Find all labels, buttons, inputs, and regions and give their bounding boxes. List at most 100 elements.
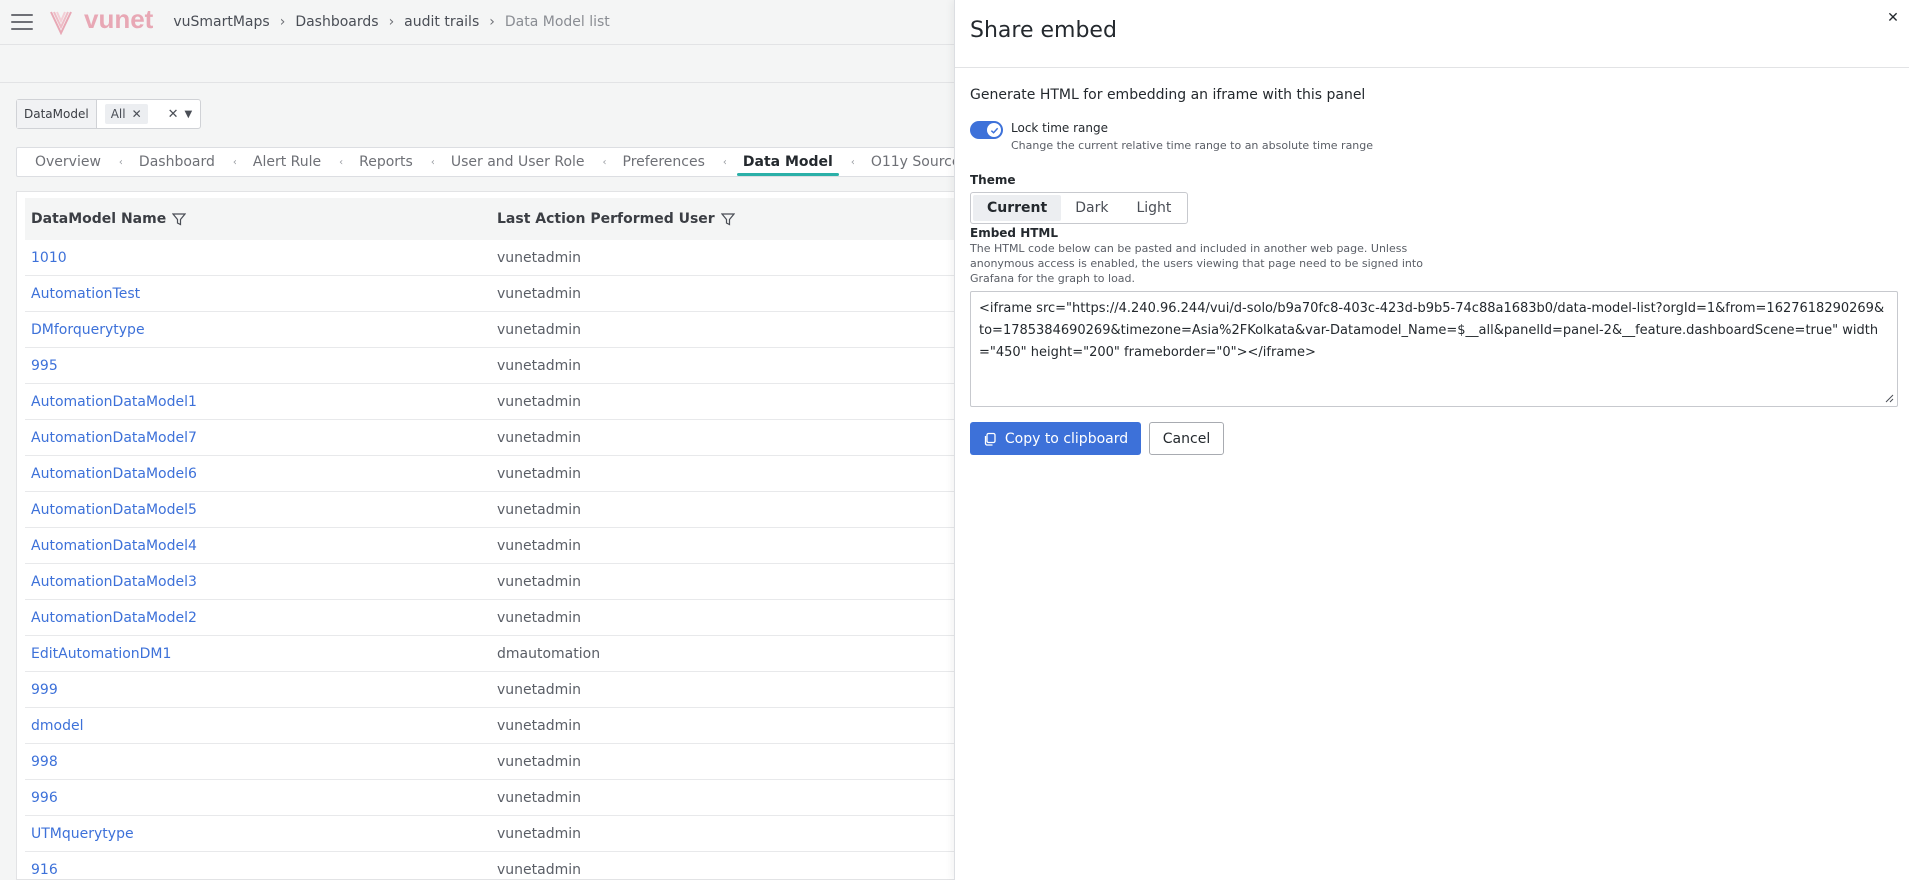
breadcrumb-separator-icon: › bbox=[388, 14, 395, 30]
table-row: 1010 vunetadmin bbox=[25, 240, 1007, 276]
datamodel-name-link[interactable]: dmodel bbox=[25, 718, 491, 734]
breadcrumb-item-vusmartmaps[interactable]: vuSmartMaps bbox=[173, 14, 269, 30]
last-action-user-cell: vunetadmin bbox=[497, 789, 581, 806]
filter-icon[interactable] bbox=[172, 212, 187, 226]
filter-value[interactable]: All ✕ ✕ ▼ bbox=[97, 100, 201, 128]
last-action-user-cell: vunetadmin bbox=[497, 753, 581, 770]
datamodel-filter[interactable]: DataModel All ✕ ✕ ▼ bbox=[16, 99, 202, 129]
theme-label: Theme bbox=[970, 173, 1016, 187]
theme-option-light[interactable]: Light bbox=[1122, 195, 1185, 221]
column-header-datamodel-name[interactable]: DataModel Name bbox=[25, 211, 491, 227]
breadcrumb-item-dashboards[interactable]: Dashboards bbox=[295, 14, 378, 30]
close-icon[interactable]: ✕ bbox=[1885, 10, 1901, 26]
datamodel-name-link[interactable]: 996 bbox=[25, 790, 491, 806]
breadcrumb-separator-icon: › bbox=[489, 14, 495, 30]
last-action-user-cell: vunetadmin bbox=[497, 501, 581, 518]
lock-time-range-switch[interactable] bbox=[970, 121, 1003, 139]
table-row: AutomationDataModel2 vunetadmin bbox=[25, 600, 1007, 636]
close-icon[interactable]: ✕ bbox=[132, 107, 142, 121]
cancel-button[interactable]: Cancel bbox=[1149, 422, 1224, 455]
datamodel-name-link[interactable]: AutomationDataModel3 bbox=[25, 574, 491, 590]
datamodel-name-link[interactable]: EditAutomationDM1 bbox=[25, 646, 491, 662]
theme-option-current[interactable]: Current bbox=[973, 195, 1062, 221]
breadcrumb: vuSmartMaps › Dashboards › audit trails … bbox=[173, 14, 609, 30]
last-action-user-cell: dmautomation bbox=[497, 645, 601, 662]
resize-handle-icon[interactable] bbox=[1884, 393, 1894, 403]
datamodel-name-link[interactable]: UTMquerytype bbox=[25, 826, 491, 842]
datamodel-name-link[interactable]: AutomationDataModel4 bbox=[25, 538, 491, 554]
copy-button-label: Copy to clipboard bbox=[1004, 430, 1129, 447]
table-row: AutomationDataModel5 vunetadmin bbox=[25, 492, 1007, 528]
breadcrumb-separator-icon: › bbox=[279, 14, 286, 30]
table-row: AutomationDataModel7 vunetadmin bbox=[25, 420, 1007, 456]
tab-bar: Overview ‹ Dashboard ‹ Alert Rule ‹ Repo… bbox=[16, 147, 1023, 177]
datamodel-name-link[interactable]: DMforquerytype bbox=[25, 322, 491, 338]
column-header-label: Last Action Performed User bbox=[497, 211, 715, 227]
tab-data-model[interactable]: Data Model bbox=[736, 147, 839, 177]
last-action-user-cell: vunetadmin bbox=[497, 609, 581, 626]
tab-separator-icon: ‹ bbox=[339, 156, 344, 168]
vunet-logo-icon bbox=[50, 11, 72, 35]
tab-dashboard[interactable]: Dashboard bbox=[139, 147, 215, 177]
last-action-user-cell: vunetadmin bbox=[497, 429, 581, 446]
chevron-down-icon[interactable]: ▼ bbox=[185, 109, 193, 120]
datamodel-name-link[interactable]: AutomationDataModel2 bbox=[25, 610, 491, 626]
tab-reports[interactable]: Reports bbox=[359, 147, 413, 177]
tab-alert-rule[interactable]: Alert Rule bbox=[253, 147, 321, 177]
theme-selector: Current Dark Light bbox=[970, 192, 1189, 224]
drawer-title: Share embed bbox=[970, 18, 1117, 43]
embed-html-code: <iframe src="https://4.240.96.244/vui/d-… bbox=[979, 301, 1885, 360]
logo-text: vunet bbox=[84, 4, 154, 34]
filter-chip-label: All bbox=[110, 107, 126, 121]
column-header-last-action-user[interactable]: Last Action Performed User bbox=[491, 211, 735, 227]
tab-preferences[interactable]: Preferences bbox=[623, 147, 705, 177]
datamodel-table: DataModel Name Last Action Performed Use… bbox=[16, 191, 1016, 880]
filter-chip: All ✕ bbox=[104, 104, 148, 124]
table-row: 998 vunetadmin bbox=[25, 744, 1007, 780]
check-icon bbox=[987, 123, 1001, 137]
table-row: AutomationTest vunetadmin bbox=[25, 276, 1007, 312]
copy-icon bbox=[984, 432, 996, 446]
tab-overview[interactable]: Overview bbox=[35, 147, 101, 177]
filter-icon[interactable] bbox=[720, 212, 735, 226]
tab-separator-icon: ‹ bbox=[118, 156, 123, 168]
table-row: EditAutomationDM1 dmautomation bbox=[25, 636, 1007, 672]
datamodel-name-link[interactable]: AutomationDataModel6 bbox=[25, 466, 491, 482]
datamodel-name-link[interactable]: 998 bbox=[25, 754, 491, 770]
datamodel-name-link[interactable]: AutomationTest bbox=[25, 286, 491, 302]
table-row: 916 vunetadmin bbox=[25, 852, 1007, 879]
datamodel-name-link[interactable]: AutomationDataModel1 bbox=[25, 394, 491, 410]
table-row: 999 vunetadmin bbox=[25, 672, 1007, 708]
tab-separator-icon: ‹ bbox=[850, 156, 855, 168]
filter-label: DataModel bbox=[17, 100, 97, 128]
close-icon[interactable]: ✕ bbox=[168, 107, 179, 122]
menu-icon[interactable] bbox=[11, 14, 33, 30]
tab-user-and-user-role[interactable]: User and User Role bbox=[451, 147, 585, 177]
last-action-user-cell: vunetadmin bbox=[497, 321, 581, 338]
datamodel-name-link[interactable]: AutomationDataModel5 bbox=[25, 502, 491, 518]
share-embed-drawer: Share embed ✕ Generate HTML for embeddin… bbox=[954, 0, 1909, 880]
tab-separator-icon: ‹ bbox=[722, 156, 727, 168]
theme-option-dark[interactable]: Dark bbox=[1061, 195, 1122, 221]
column-header-label: DataModel Name bbox=[31, 211, 167, 227]
lock-time-range-text: Lock time range Change the current relat… bbox=[1011, 120, 1373, 154]
breadcrumb-current: Data Model list bbox=[504, 14, 610, 30]
copy-to-clipboard-button[interactable]: Copy to clipboard bbox=[970, 422, 1141, 455]
table-header: DataModel Name Last Action Performed Use… bbox=[25, 198, 1007, 240]
lock-time-range-description: Change the current relative time range t… bbox=[1011, 139, 1374, 152]
datamodel-name-link[interactable]: 916 bbox=[25, 862, 491, 878]
embed-html-textarea[interactable]: <iframe src="https://4.240.96.244/vui/d-… bbox=[970, 291, 1898, 407]
logo[interactable]: vunet bbox=[48, 4, 154, 35]
table-row: UTMquerytype vunetadmin bbox=[25, 816, 1007, 852]
breadcrumb-item-audit-trails[interactable]: audit trails bbox=[404, 14, 479, 30]
datamodel-name-link[interactable]: 995 bbox=[25, 358, 491, 374]
datamodel-name-link[interactable]: AutomationDataModel7 bbox=[25, 430, 491, 446]
datamodel-name-link[interactable]: 1010 bbox=[25, 250, 491, 266]
table-row: DMforquerytype vunetadmin bbox=[25, 312, 1007, 348]
last-action-user-cell: vunetadmin bbox=[497, 825, 581, 842]
table-row: AutomationDataModel3 vunetadmin bbox=[25, 564, 1007, 600]
datamodel-name-link[interactable]: 999 bbox=[25, 682, 491, 698]
last-action-user-cell: vunetadmin bbox=[497, 393, 581, 410]
last-action-user-cell: vunetadmin bbox=[497, 357, 581, 374]
last-action-user-cell: vunetadmin bbox=[497, 249, 581, 266]
